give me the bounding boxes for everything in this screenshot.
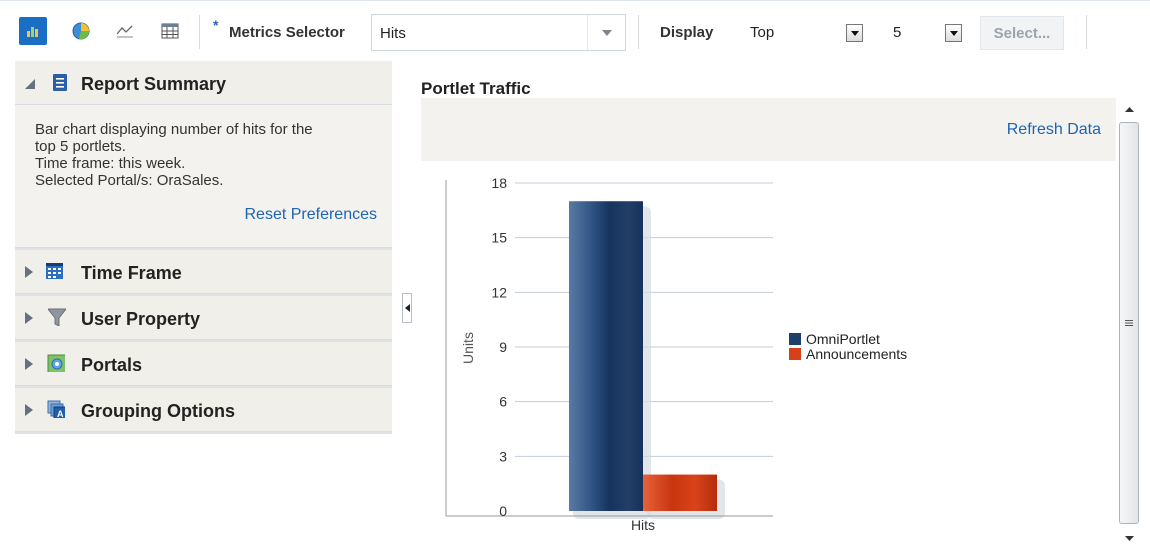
scroll-down-button[interactable] <box>1117 527 1141 549</box>
pie-chart-view-button[interactable] <box>67 17 95 45</box>
report-summary-header[interactable]: Report Summary <box>15 61 392 105</box>
portals-header[interactable]: Portals <box>15 342 392 386</box>
count-select[interactable]: 5 <box>885 14 970 51</box>
calendar-icon <box>46 263 63 279</box>
refresh-data-link[interactable]: Refresh Data <box>1007 121 1101 139</box>
time-frame-header[interactable]: Time Frame <box>15 250 392 294</box>
report-summary-title: Report Summary <box>81 74 227 94</box>
user-property-header[interactable]: User Property <box>15 296 392 340</box>
line-chart-view-button[interactable] <box>111 17 139 45</box>
y-tick-label: 3 <box>499 448 507 464</box>
display-select[interactable]: Top <box>742 14 870 51</box>
svg-text:A: A <box>57 409 64 418</box>
report-summary-body: Bar chart displaying number of hits for … <box>15 105 392 248</box>
grouping-options-title: Grouping Options <box>81 401 235 421</box>
bar-omniportlet <box>569 201 643 511</box>
metrics-selector-combo[interactable]: Hits <box>371 14 626 51</box>
y-tick-label: 15 <box>491 230 507 246</box>
summary-line: top 5 portlets. <box>35 138 126 155</box>
display-select-value: Top <box>750 24 775 41</box>
toolbar-separator <box>199 15 200 49</box>
legend-label: OmniPortlet <box>806 330 880 347</box>
portlet-title: Portlet Traffic <box>421 79 531 98</box>
y-tick-label: 6 <box>499 394 507 410</box>
grouping-icon: A <box>47 400 65 418</box>
metrics-selector-label: Metrics Selector <box>229 24 345 41</box>
metrics-dropdown-button[interactable] <box>587 15 625 50</box>
legend-swatch <box>789 332 801 345</box>
reset-preferences-link[interactable]: Reset Preferences <box>244 206 377 223</box>
summary-line: Time frame: this week. <box>35 155 186 172</box>
summary-line: Selected Portal/s: OraSales. <box>35 172 224 189</box>
grouping-options-header[interactable]: A Grouping Options <box>15 388 392 432</box>
portlet-header-strip: Refresh Data <box>421 98 1116 161</box>
scroll-up-button[interactable] <box>1117 98 1141 120</box>
count-dropdown-button[interactable] <box>945 24 962 42</box>
toolbar-separator <box>638 15 639 49</box>
expand-triangle-icon <box>25 312 33 324</box>
portlet-traffic-chart: 0 3 6 9 12 15 18 Units Hits <box>421 168 1111 548</box>
collapse-triangle-icon <box>25 79 35 89</box>
line-chart-icon <box>116 25 133 38</box>
chevron-down-icon <box>850 30 859 36</box>
x-tick-label: Hits <box>631 517 655 533</box>
chart-legend: OmniPortlet Announcements <box>789 330 908 362</box>
filter-icon <box>48 308 66 326</box>
summary-line: Bar chart displaying number of hits for … <box>35 121 313 138</box>
display-label: Display <box>660 24 714 41</box>
expand-triangle-icon <box>25 404 33 416</box>
y-tick-label: 18 <box>491 175 507 191</box>
bar-chart-icon <box>27 27 38 37</box>
panel-splitter-toggle[interactable] <box>402 293 412 323</box>
toolbar-separator <box>1086 15 1087 49</box>
portal-icon <box>47 354 65 372</box>
chevron-down-icon <box>1124 535 1134 541</box>
user-property-title: User Property <box>81 309 201 329</box>
select-button[interactable]: Select... <box>980 16 1064 50</box>
legend-swatch <box>789 347 801 360</box>
expand-triangle-icon <box>25 266 33 278</box>
count-select-value: 5 <box>893 24 902 41</box>
expand-triangle-icon <box>25 358 33 370</box>
chevron-down-icon <box>949 30 958 36</box>
metrics-selector-value: Hits <box>380 25 406 42</box>
chevron-up-icon <box>1124 106 1134 112</box>
y-tick-label: 0 <box>499 503 507 519</box>
y-tick-label: 9 <box>499 339 507 355</box>
bar-announcements <box>643 474 717 511</box>
pie-chart-icon <box>72 22 90 40</box>
bar-chart-view-button[interactable] <box>19 17 47 45</box>
left-panel: Report Summary Bar chart displaying numb… <box>15 61 392 434</box>
legend-item: Announcements <box>789 345 908 362</box>
toolbar: * Metrics Selector Hits Display Top 5 Se… <box>0 0 1150 64</box>
display-dropdown-button[interactable] <box>846 24 863 42</box>
y-axis-label: Units <box>460 332 476 364</box>
grip-icon <box>1125 320 1133 326</box>
y-tick-label: 12 <box>491 284 507 300</box>
required-marker: * <box>213 17 219 33</box>
document-icon <box>53 74 67 91</box>
table-icon <box>161 23 179 39</box>
divider <box>15 432 392 434</box>
chevron-down-icon <box>601 29 612 36</box>
scrollbar-thumb[interactable] <box>1119 122 1139 524</box>
portals-title: Portals <box>81 355 143 375</box>
legend-item: OmniPortlet <box>789 330 907 347</box>
time-frame-title: Time Frame <box>81 263 182 283</box>
legend-label: Announcements <box>806 345 908 362</box>
bar-chart: 0 3 6 9 12 15 18 Units Hits <box>445 175 773 533</box>
table-view-button[interactable] <box>156 17 184 45</box>
collapse-left-icon <box>404 304 410 312</box>
